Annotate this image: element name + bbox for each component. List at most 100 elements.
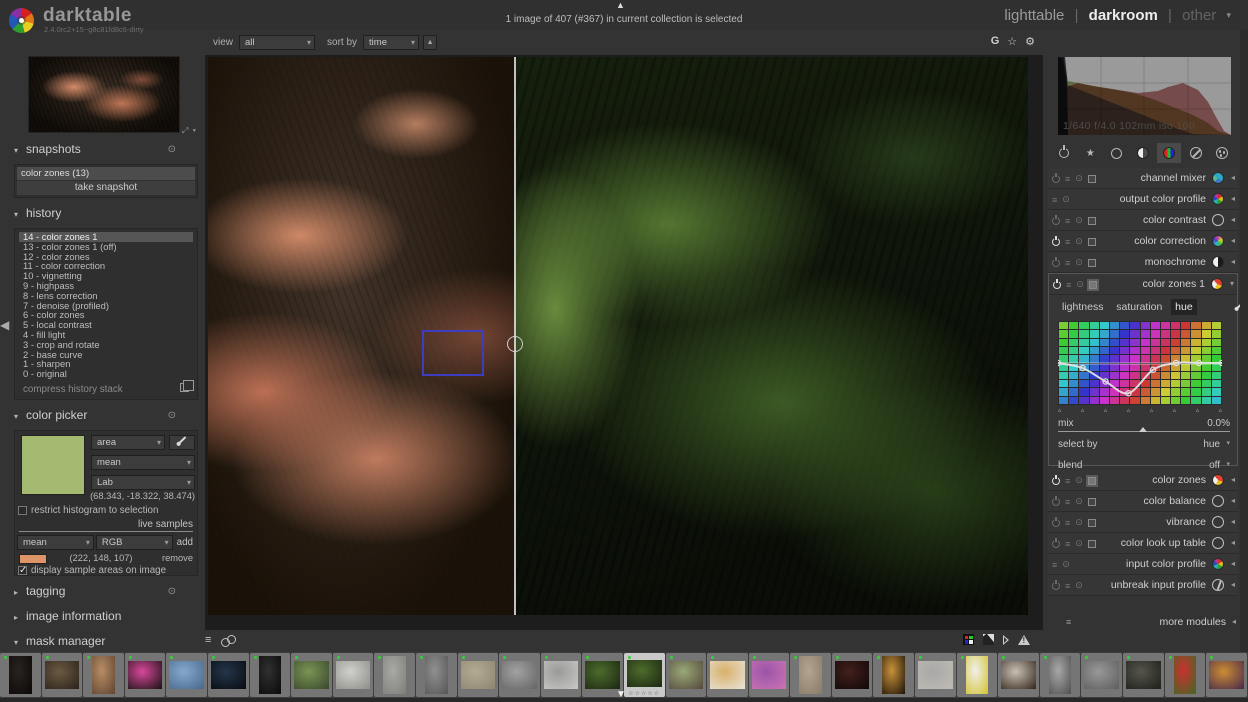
- filmstrip-thumbnail[interactable]: ☆☆☆☆☆: [332, 653, 374, 697]
- filmstrip-thumbnail[interactable]: ☆☆☆☆☆: [41, 653, 83, 697]
- collapse-filmstrip-icon[interactable]: ▼: [616, 689, 626, 700]
- module-instance-icon[interactable]: ≡: [1065, 174, 1070, 184]
- module-presets-icon[interactable]: [1087, 174, 1096, 183]
- module-power-icon[interactable]: [1052, 214, 1060, 225]
- image-information-header[interactable]: ▸ image information: [0, 609, 200, 628]
- snapshot-split-handle[interactable]: [506, 336, 523, 352]
- overexposed-warning-icon[interactable]: [1018, 634, 1030, 645]
- tagging-header[interactable]: ▸ tagging ⊙: [0, 584, 200, 603]
- sample-color-swatch[interactable]: [19, 553, 47, 564]
- module-row[interactable]: ≡ ⊙ color look up table ◂: [1048, 533, 1238, 554]
- group-active-tab[interactable]: [1052, 143, 1076, 163]
- module-label[interactable]: color contrast: [1143, 214, 1206, 226]
- snapshots-header[interactable]: ▾ snapshots ⊙: [0, 142, 200, 161]
- module-collapse-icon[interactable]: ◂: [1231, 215, 1235, 224]
- filmstrip-thumbnail[interactable]: ☆☆☆☆☆: [249, 653, 291, 697]
- collapse-left-panel-icon[interactable]: ◀: [0, 318, 9, 332]
- module-instance-icon[interactable]: ≡: [1065, 476, 1070, 486]
- module-power-icon[interactable]: [1052, 256, 1060, 267]
- color-picker-area-rectangle[interactable]: [422, 329, 485, 377]
- sort-ascending-button[interactable]: ▲: [423, 35, 438, 50]
- module-collapse-icon[interactable]: ◂: [1231, 496, 1235, 505]
- module-label[interactable]: channel mixer: [1141, 172, 1206, 184]
- module-reset-icon[interactable]: ⊙: [1075, 236, 1083, 247]
- filmstrip-thumbnail[interactable]: ☆☆☆☆☆: [873, 653, 915, 697]
- star-rating-icons[interactable]: ☆☆☆☆☆: [624, 690, 665, 697]
- filmstrip-thumbnail[interactable]: ☆☆☆☆☆: [415, 653, 457, 697]
- view-lighttable[interactable]: lighttable: [1004, 7, 1064, 24]
- reset-icon[interactable]: ⊙: [168, 410, 176, 421]
- main-image[interactable]: [208, 57, 1028, 615]
- filmstrip-thumbnail[interactable]: ☆☆☆☆☆: [374, 653, 415, 697]
- picker-space-select[interactable]: Lab: [91, 474, 195, 490]
- filmstrip-thumbnail[interactable]: ☆☆☆☆☆: [540, 653, 582, 697]
- module-collapse-icon[interactable]: ◂: [1231, 538, 1235, 547]
- module-presets-icon[interactable]: [1087, 237, 1096, 246]
- module-row[interactable]: ≡ ⊙ unbreak input profile ◂: [1048, 575, 1238, 596]
- module-reset-icon[interactable]: ⊙: [1075, 538, 1083, 549]
- color-zones-tab[interactable]: hue: [1171, 299, 1197, 315]
- module-collapse-icon[interactable]: ◂: [1231, 194, 1235, 203]
- module-label[interactable]: color correction: [1134, 235, 1206, 247]
- add-sample-button[interactable]: add: [175, 535, 195, 550]
- module-power-icon[interactable]: [1052, 172, 1060, 183]
- module-instance-icon[interactable]: ≡: [1065, 539, 1070, 549]
- take-snapshot-button[interactable]: take snapshot: [17, 181, 195, 195]
- module-row[interactable]: ≡ ⊙ color contrast ◂: [1048, 210, 1238, 231]
- slider-handle-icon[interactable]: [1138, 427, 1147, 432]
- module-reset-icon[interactable]: ⊙: [1075, 580, 1083, 591]
- module-row[interactable]: ≡ ⊙ vibrance ◂: [1048, 512, 1238, 533]
- filmstrip-thumbnail[interactable]: ☆☆☆☆☆: [623, 653, 665, 697]
- module-label[interactable]: vibrance: [1166, 516, 1206, 528]
- color-zones-tab[interactable]: lightness: [1058, 299, 1107, 315]
- raw-overexposed-icon[interactable]: [1003, 634, 1009, 645]
- module-reset-icon[interactable]: ⊙: [1075, 173, 1083, 184]
- color-picker-header[interactable]: ▾ color picker ⊙: [0, 408, 200, 427]
- view-darkroom[interactable]: darkroom: [1089, 7, 1158, 24]
- module-row[interactable]: ≡ ⊙ color correction ◂: [1048, 231, 1238, 252]
- module-presets-icon[interactable]: [1087, 258, 1096, 267]
- module-row[interactable]: ≡ ⊙ output color profile ◂: [1048, 189, 1238, 210]
- picker-stat-select[interactable]: mean: [91, 454, 195, 470]
- filmstrip-thumbnail[interactable]: ☆☆☆☆☆: [1164, 653, 1206, 697]
- color-picker-button[interactable]: [169, 434, 195, 450]
- module-instance-icon[interactable]: ≡: [1065, 216, 1070, 226]
- group-tone-tab[interactable]: [1131, 143, 1155, 163]
- filmstrip-thumbnail[interactable]: ☆☆☆☆☆: [1081, 653, 1123, 697]
- module-power-icon[interactable]: [1053, 278, 1061, 289]
- presets-menu-icon[interactable]: ≡: [1066, 617, 1071, 627]
- module-instance-icon[interactable]: ≡: [1065, 258, 1070, 268]
- mask-manager-header[interactable]: ▾ mask manager: [0, 634, 200, 653]
- module-reset-icon[interactable]: ⊙: [1076, 279, 1084, 290]
- module-collapse-icon[interactable]: ◂: [1231, 475, 1235, 484]
- view-other[interactable]: other: [1182, 7, 1216, 24]
- module-row[interactable]: ≡ ⊙ color zones 1 ▾: [1049, 274, 1237, 295]
- group-basic-tab[interactable]: [1105, 143, 1129, 163]
- compress-history-button[interactable]: compress history stack: [17, 379, 195, 397]
- gamut-check-icon[interactable]: [963, 634, 974, 645]
- history-item[interactable]: 0 - original: [19, 369, 193, 379]
- module-instance-icon[interactable]: ≡: [1052, 195, 1057, 205]
- filmstrip-thumbnail[interactable]: ☆☆☆☆☆: [1039, 653, 1081, 697]
- softproof-icon[interactable]: [983, 634, 994, 645]
- module-power-icon[interactable]: [1052, 537, 1060, 548]
- module-label[interactable]: input color profile: [1126, 558, 1206, 570]
- module-presets-icon[interactable]: [1085, 474, 1098, 487]
- module-presets-icon[interactable]: [1087, 216, 1096, 225]
- module-reset-icon[interactable]: ⊙: [1075, 517, 1083, 528]
- module-presets-icon[interactable]: [1087, 497, 1096, 506]
- group-color-tab[interactable]: [1157, 143, 1182, 163]
- group-favorites-tab[interactable]: ★: [1078, 143, 1102, 163]
- remove-sample-button[interactable]: remove: [162, 553, 193, 563]
- module-label[interactable]: output color profile: [1120, 193, 1206, 205]
- filmstrip-thumbnail[interactable]: ☆☆☆☆☆: [0, 653, 41, 697]
- mix-slider[interactable]: mix 0.0%: [1058, 418, 1230, 432]
- module-collapse-icon[interactable]: ◂: [1231, 517, 1235, 526]
- module-label[interactable]: unbreak input profile: [1111, 579, 1206, 591]
- module-power-icon[interactable]: [1052, 579, 1060, 590]
- module-instance-icon[interactable]: ≡: [1065, 518, 1070, 528]
- module-reset-icon[interactable]: ⊙: [1075, 257, 1083, 268]
- module-collapse-icon[interactable]: ◂: [1231, 173, 1235, 182]
- module-row[interactable]: ≡ ⊙ color zones ◂: [1048, 470, 1238, 491]
- filmstrip-thumbnail[interactable]: ☆☆☆☆☆: [790, 653, 831, 697]
